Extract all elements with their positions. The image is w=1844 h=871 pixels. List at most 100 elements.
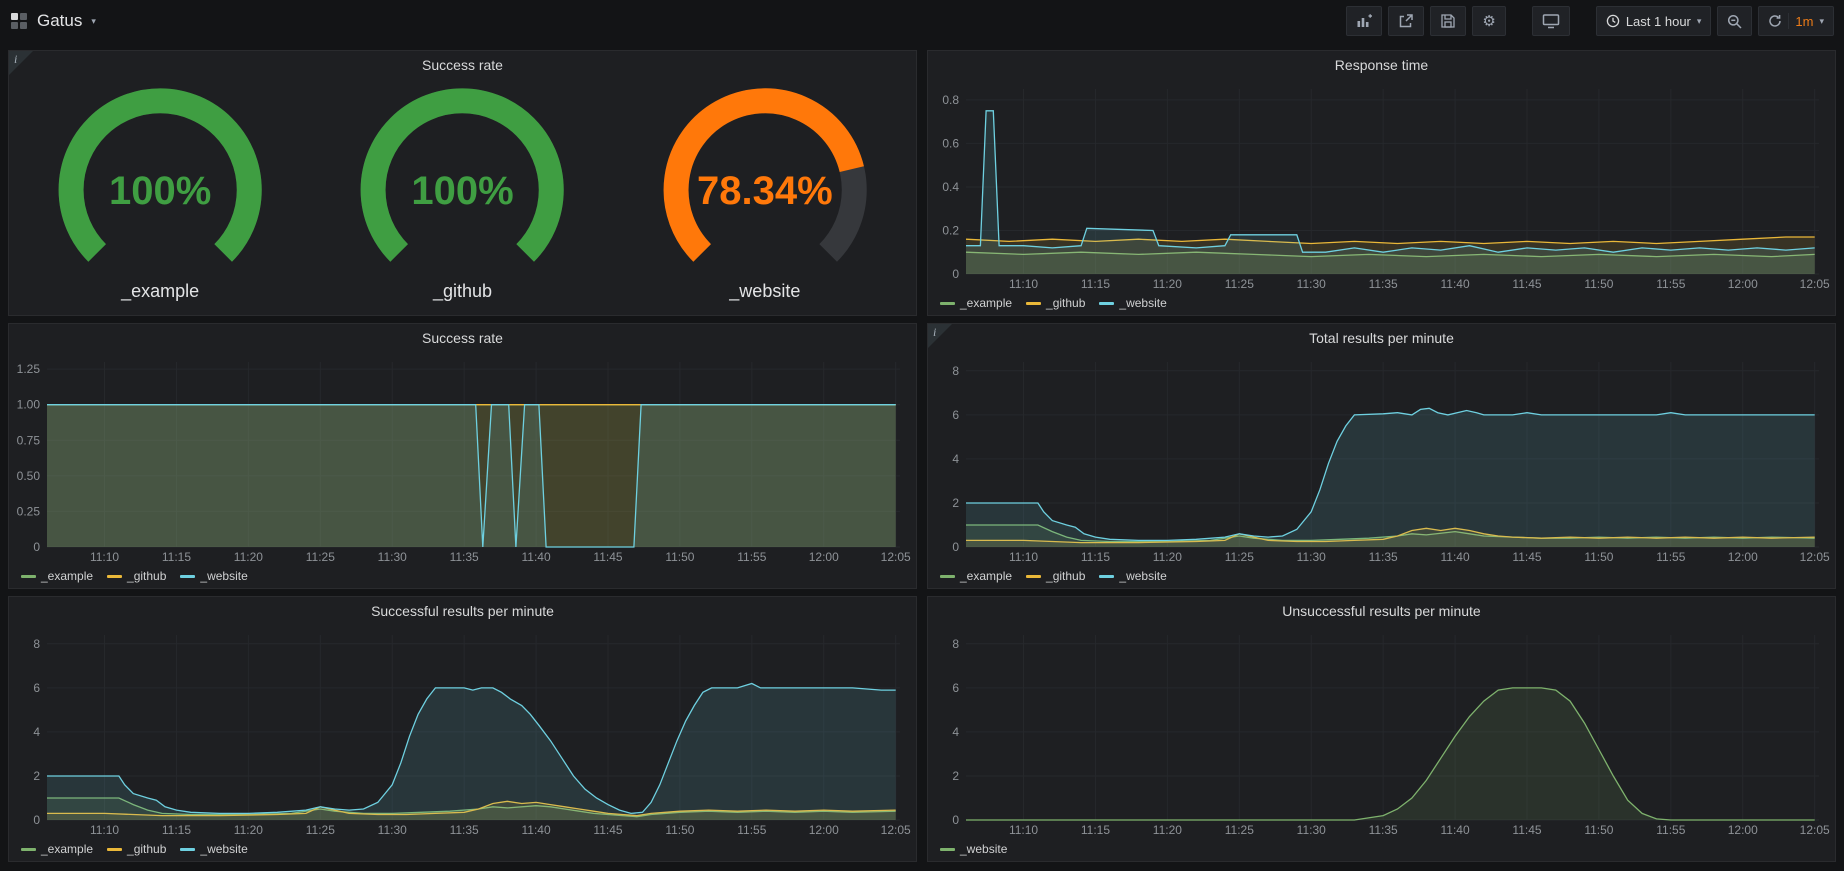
series-fill-_website: [966, 408, 1815, 547]
caret-down-icon: ▾: [1697, 16, 1702, 27]
legend-item-_example[interactable]: _example: [21, 569, 93, 583]
svg-text:11:25: 11:25: [306, 550, 335, 564]
svg-text:11:40: 11:40: [1441, 550, 1470, 564]
gauge-value: 100%: [9, 169, 311, 214]
svg-text:11:50: 11:50: [665, 823, 694, 837]
svg-text:11:50: 11:50: [1584, 550, 1613, 564]
legend-label: _github: [1046, 569, 1085, 583]
svg-text:0: 0: [33, 540, 40, 554]
svg-text:11:20: 11:20: [234, 550, 263, 564]
legend: _example _github _website: [940, 294, 1167, 312]
svg-text:0: 0: [33, 813, 40, 827]
zoom-out-button[interactable]: [1717, 6, 1752, 36]
gear-icon: ⚙: [1482, 14, 1495, 29]
series-fill-_website: [47, 405, 896, 547]
caret-down-icon: ▾: [1819, 16, 1824, 27]
legend-item-_github[interactable]: _github: [1026, 569, 1085, 583]
gauge-website: 78.34% _website: [614, 81, 916, 315]
refresh-picker[interactable]: 1m ▾: [1758, 6, 1834, 36]
svg-text:11:20: 11:20: [1153, 277, 1182, 291]
panel-unsuccessful-results: Unsuccessful results per minute 0246811:…: [927, 596, 1836, 862]
navbar-right: ⚙ Last 1 hour ▾: [1346, 6, 1834, 36]
svg-text:11:25: 11:25: [306, 823, 335, 837]
svg-text:8: 8: [33, 637, 40, 651]
svg-text:4: 4: [952, 452, 959, 466]
svg-text:0.25: 0.25: [17, 504, 41, 518]
svg-text:12:00: 12:00: [1728, 277, 1758, 291]
legend-color-icon: [107, 848, 122, 851]
svg-text:11:40: 11:40: [522, 550, 551, 564]
svg-text:12:00: 12:00: [1728, 823, 1758, 837]
legend-item-_website[interactable]: _website: [1099, 296, 1166, 310]
panel-header: Unsuccessful results per minute: [928, 597, 1835, 625]
info-corner-icon[interactable]: i: [928, 324, 952, 348]
legend-item-_github[interactable]: _github: [1026, 296, 1085, 310]
svg-text:11:55: 11:55: [737, 550, 766, 564]
add-panel-button[interactable]: [1346, 6, 1382, 36]
svg-text:11:45: 11:45: [1512, 823, 1541, 837]
svg-text:0.6: 0.6: [942, 136, 959, 150]
divider: [1788, 13, 1789, 29]
info-corner-icon[interactable]: i: [9, 51, 33, 75]
panel-title[interactable]: Successful results per minute: [371, 603, 554, 619]
svg-text:11:55: 11:55: [1656, 550, 1685, 564]
legend-item-_github[interactable]: _github: [107, 569, 166, 583]
legend-label: _example: [41, 842, 93, 856]
cycle-view-button[interactable]: [1532, 6, 1570, 36]
legend: _example _github _website: [21, 567, 248, 585]
svg-text:11:25: 11:25: [1225, 823, 1254, 837]
svg-text:11:20: 11:20: [234, 823, 263, 837]
settings-button[interactable]: ⚙: [1472, 6, 1505, 36]
legend-label: _example: [960, 296, 1012, 310]
zoom-out-icon: [1727, 14, 1742, 29]
legend-item-_website[interactable]: _website: [940, 842, 1007, 856]
legend-label: _github: [1046, 296, 1085, 310]
panel-header: Success rate: [9, 51, 916, 79]
svg-text:0.4: 0.4: [942, 180, 959, 194]
dashboard-title[interactable]: Gatus: [37, 11, 82, 31]
clock-icon: [1606, 14, 1620, 28]
legend-label: _website: [200, 569, 247, 583]
svg-text:11:15: 11:15: [1081, 550, 1110, 564]
time-range-picker[interactable]: Last 1 hour ▾: [1596, 6, 1712, 36]
legend-item-_website[interactable]: _website: [180, 569, 247, 583]
legend-item-_example[interactable]: _example: [940, 296, 1012, 310]
dashboard-grid-icon[interactable]: [10, 12, 28, 30]
legend-color-icon: [21, 575, 36, 578]
legend-label: _github: [127, 569, 166, 583]
chart-body: 00.20.40.60.811:1011:1511:2011:2511:3011…: [928, 79, 1835, 315]
legend-item-_example[interactable]: _example: [940, 569, 1012, 583]
legend-color-icon: [1026, 575, 1041, 578]
panel-title[interactable]: Success rate: [422, 330, 503, 346]
legend-label: _website: [200, 842, 247, 856]
panel-title[interactable]: Response time: [1335, 57, 1428, 73]
svg-text:0.75: 0.75: [17, 433, 41, 447]
panel-title[interactable]: Success rate: [422, 57, 503, 73]
panel-header: Total results per minute: [928, 324, 1835, 352]
legend-item-_github[interactable]: _github: [107, 842, 166, 856]
share-button[interactable]: [1388, 6, 1424, 36]
legend-label: _example: [960, 569, 1012, 583]
legend: _example _github _website: [21, 840, 248, 858]
svg-text:6: 6: [33, 681, 40, 695]
svg-text:1.00: 1.00: [17, 398, 41, 412]
svg-text:6: 6: [952, 681, 959, 695]
svg-text:11:40: 11:40: [522, 823, 551, 837]
legend-item-_website[interactable]: _website: [180, 842, 247, 856]
caret-down-icon[interactable]: ▾: [91, 16, 96, 27]
svg-text:11:35: 11:35: [1369, 550, 1398, 564]
legend-item-_website[interactable]: _website: [1099, 569, 1166, 583]
monitor-icon: [1542, 13, 1560, 29]
save-button[interactable]: [1430, 6, 1466, 36]
legend-label: _website: [1119, 296, 1166, 310]
legend-item-_example[interactable]: _example: [21, 842, 93, 856]
svg-text:11:40: 11:40: [1441, 823, 1470, 837]
svg-text:11:55: 11:55: [1656, 277, 1685, 291]
panel-title[interactable]: Unsuccessful results per minute: [1282, 603, 1480, 619]
legend-color-icon: [21, 848, 36, 851]
panel-title[interactable]: Total results per minute: [1309, 330, 1454, 346]
gauge-github: 100% _github: [311, 81, 613, 315]
svg-text:11:50: 11:50: [1584, 823, 1613, 837]
add-panel-icon: [1356, 13, 1372, 29]
legend-label: _website: [960, 842, 1007, 856]
